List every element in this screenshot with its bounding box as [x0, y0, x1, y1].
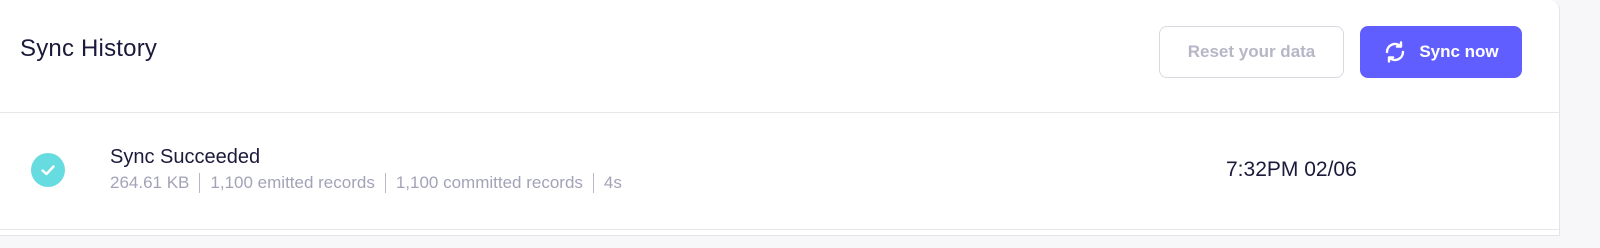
- sync-now-button[interactable]: Sync now: [1360, 26, 1522, 78]
- history-row[interactable]: Sync Succeeded 264.61 KB 1,100 emitted r…: [0, 113, 1559, 230]
- divider: [592, 173, 594, 193]
- card-header: Sync History Reset your data Sync now: [0, 0, 1559, 113]
- committed-records: 1,100 committed records: [395, 173, 583, 192]
- data-size: 264.61 KB: [110, 173, 190, 192]
- sync-duration: 4s: [603, 173, 622, 192]
- emitted-records: 1,100 emitted records: [210, 173, 375, 192]
- divider: [384, 173, 386, 193]
- check-circle-icon: [31, 153, 65, 187]
- refresh-icon: [1383, 40, 1407, 64]
- sync-timestamp: 7:32PM 02/06: [1226, 158, 1357, 181]
- divider: [199, 173, 201, 193]
- reset-data-button[interactable]: Reset your data: [1159, 26, 1344, 78]
- sync-history-card: Sync History Reset your data Sync now Sy…: [0, 0, 1560, 236]
- page-title: Sync History: [20, 35, 158, 62]
- sync-status: Sync Succeeded: [110, 146, 261, 168]
- sync-now-label: Sync now: [1419, 42, 1499, 61]
- sync-stats: 264.61 KB 1,100 emitted records 1,100 co…: [110, 173, 622, 193]
